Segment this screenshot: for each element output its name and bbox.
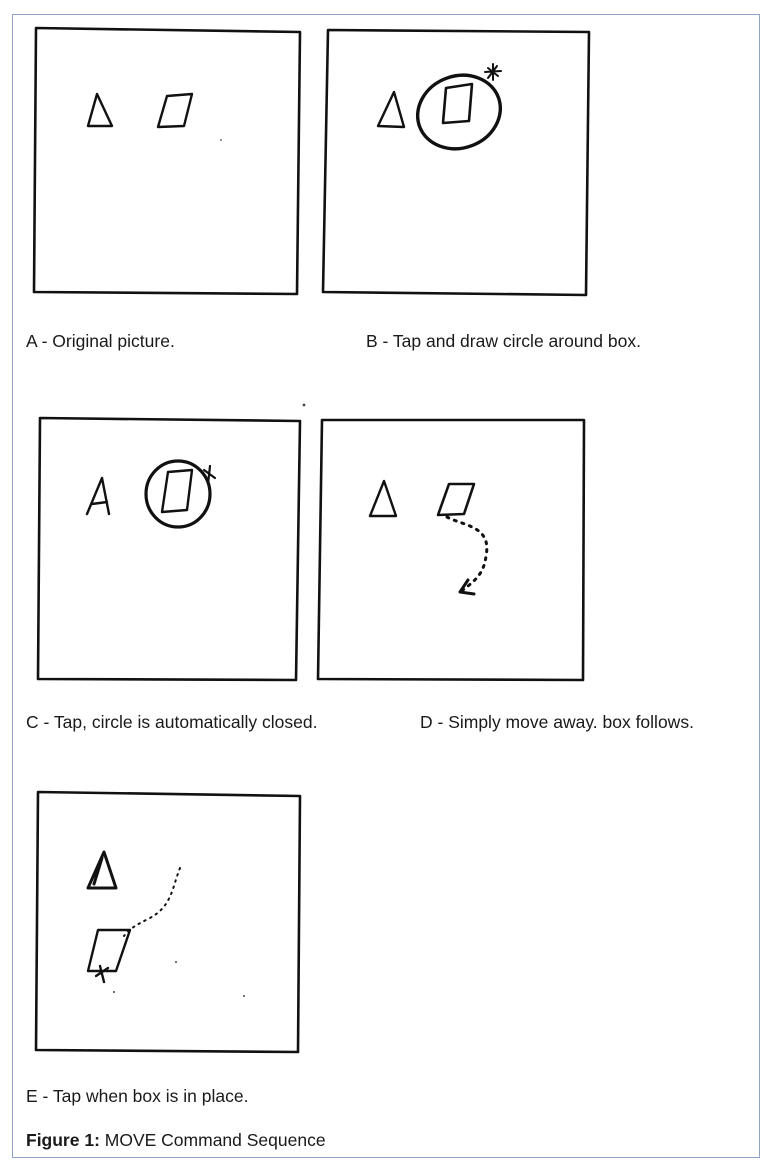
box-shape: [156, 92, 194, 129]
box-shape: [436, 482, 476, 517]
panel-c-border: [36, 416, 302, 682]
dotted-drag-path: [123, 867, 181, 937]
triangle-shape: [86, 850, 118, 890]
panel-e-sketch: [34, 790, 302, 1054]
pen-tap-mark: [484, 63, 502, 81]
triangle-shape: [86, 92, 114, 128]
panel-a-border: [32, 26, 302, 296]
figure-title: MOVE Command Sequence: [99, 1130, 326, 1150]
selection-circle: [415, 73, 503, 151]
panel-e-border: [34, 790, 302, 1054]
panel-c-caption: C - Tap, circle is automatically closed.: [26, 712, 318, 732]
panel-e-caption: E - Tap when box is in place.: [26, 1086, 249, 1106]
box-shape: [160, 468, 194, 514]
figure-label: Figure 1:: [26, 1130, 100, 1150]
panel-b-sketch: [321, 28, 591, 297]
panel-a-sketch: [32, 26, 302, 296]
panel-d-border: [316, 418, 586, 682]
pen-tap-mark: [94, 964, 110, 984]
box-shape: [441, 82, 474, 125]
triangle-shape: [85, 476, 111, 516]
panel-a-caption: A - Original picture.: [26, 331, 175, 351]
panel-d-caption: D - Simply move away. box follows.: [420, 712, 694, 732]
panel-d-sketch: [316, 418, 586, 682]
panel-c-sketch: [36, 403, 306, 682]
figure-caption: Figure 1: MOVE Command Sequence: [26, 1130, 326, 1150]
triangle-shape: [368, 479, 398, 518]
drag-arrow-head: [458, 578, 476, 596]
panel-b-caption: B - Tap and draw circle around box.: [366, 331, 641, 351]
panel-b-border: [321, 28, 591, 297]
triangle-shape: [376, 90, 406, 129]
